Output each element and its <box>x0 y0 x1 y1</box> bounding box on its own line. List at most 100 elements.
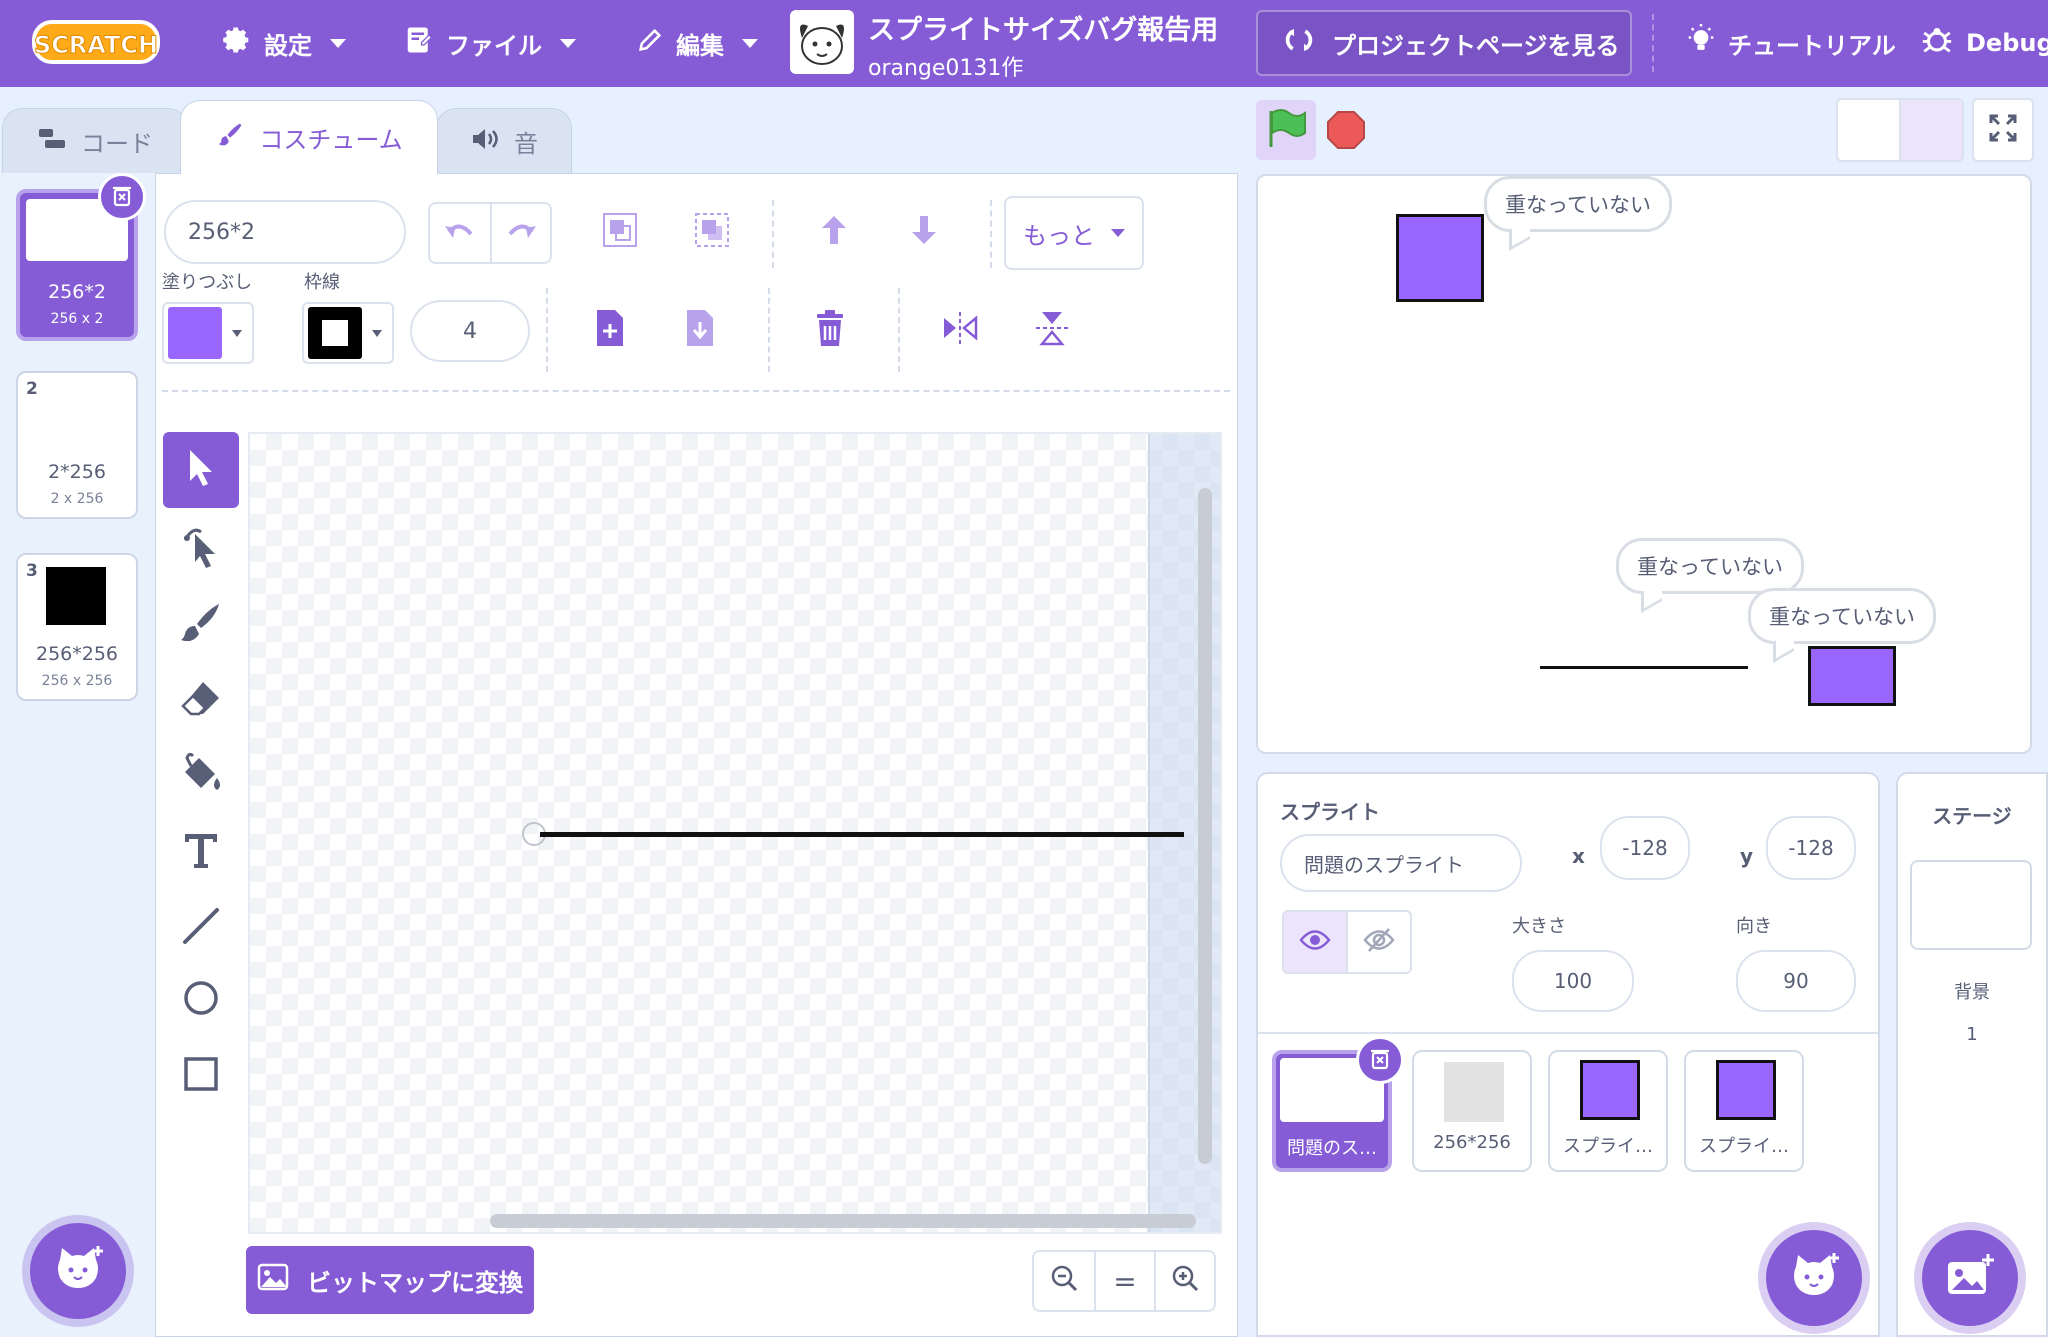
eye-icon <box>1299 929 1331 955</box>
delete-costume-button[interactable] <box>98 173 146 221</box>
hide-sprite-button[interactable] <box>1346 912 1410 972</box>
undo-button[interactable] <box>430 204 490 262</box>
sprite-tile[interactable]: 256*256 <box>1412 1050 1532 1172</box>
costume-name-input[interactable]: 256*2 <box>164 200 406 264</box>
green-flag-button[interactable] <box>1256 100 1316 160</box>
sprite-info-area: スプライト 問題のスプライト x -128 y -128 大きさ 100 向き … <box>1258 774 1878 1034</box>
paste-button[interactable] <box>672 302 728 358</box>
outline-color-picker[interactable] <box>302 302 394 364</box>
debug-label: Debug <box>1966 29 2048 57</box>
project-author[interactable]: orange0131作 <box>868 50 1023 82</box>
scratch-logo[interactable]: SCRATCH <box>32 18 160 66</box>
flip-vertical-button[interactable] <box>1024 302 1080 358</box>
project-title[interactable]: スプライトサイズバグ報告用 <box>868 8 1218 47</box>
y-input[interactable]: -128 <box>1766 816 1856 880</box>
image-plus-icon <box>1946 1254 1994 1302</box>
fullscreen-button[interactable] <box>1972 98 2034 162</box>
sprite-tile[interactable]: 問題のス… <box>1272 1036 1404 1172</box>
tab-costumes-label: コスチューム <box>259 126 403 154</box>
more-label: もっと <box>1023 221 1095 250</box>
zoom-in-button[interactable] <box>1154 1252 1214 1310</box>
sprite-tile[interactable]: スプライ… <box>1684 1050 1804 1172</box>
x-input[interactable]: -128 <box>1600 816 1690 880</box>
backward-button[interactable] <box>896 204 952 260</box>
tab-costumes[interactable]: コスチューム <box>180 100 438 174</box>
forward-button[interactable] <box>806 204 862 260</box>
show-sprite-button[interactable] <box>1284 912 1346 972</box>
direction-input[interactable]: 90 <box>1736 950 1856 1012</box>
eraser-tool[interactable] <box>163 662 239 738</box>
group-button[interactable] <box>592 204 648 260</box>
fill-tool[interactable] <box>163 738 239 814</box>
costume-name: 2*256 <box>48 461 106 483</box>
zoom-reset-button[interactable]: = <box>1094 1252 1154 1310</box>
outline-width-input[interactable]: 4 <box>410 300 530 362</box>
debug-button[interactable]: Debug <box>1920 20 2048 66</box>
toolbar-separator <box>162 390 1230 392</box>
edit-menu[interactable]: 編集 <box>636 20 758 66</box>
circle-tool[interactable] <box>163 962 239 1038</box>
cat-plus-icon <box>1788 1253 1840 1303</box>
tutorials-button[interactable]: チュートリアル <box>1686 20 1896 66</box>
settings-menu[interactable]: 設定 <box>222 20 346 66</box>
stage-selector[interactable]: ステージ 背景 1 <box>1896 772 2048 1337</box>
brush-tool[interactable] <box>163 586 239 662</box>
text-tool[interactable] <box>163 814 239 890</box>
fill-swatch <box>168 307 222 359</box>
line-tool[interactable] <box>163 890 239 966</box>
convert-label: ビットマップに変換 <box>307 1268 523 1297</box>
image-icon <box>257 1263 289 1297</box>
chevron-down-icon <box>560 38 576 48</box>
arrow-down-icon <box>904 210 944 254</box>
project-thumbnail[interactable] <box>790 10 854 74</box>
copy-icon <box>593 308 627 352</box>
ungroup-button[interactable] <box>684 204 740 260</box>
redo-button[interactable] <box>490 204 550 262</box>
size-input[interactable]: 100 <box>1512 950 1634 1012</box>
vertical-scrollbar[interactable] <box>1198 488 1212 1164</box>
stop-sign-icon <box>1326 111 1366 154</box>
reshape-tool[interactable] <box>163 510 239 586</box>
flip-vertical-icon <box>1032 308 1072 352</box>
flip-horizontal-button[interactable] <box>932 302 988 358</box>
sprite-line[interactable] <box>1540 666 1748 669</box>
choose-backdrop-button[interactable] <box>1922 1230 2018 1326</box>
horizontal-scrollbar[interactable] <box>490 1214 1196 1228</box>
costume-item-2[interactable]: 2 2*256 2 x 256 <box>16 371 138 519</box>
normal-stage-button[interactable] <box>1899 100 1962 160</box>
rectangle-tool[interactable] <box>163 1038 239 1114</box>
chevron-down-icon <box>742 38 758 48</box>
delete-sprite-button[interactable] <box>1356 1036 1404 1084</box>
stage-thumbnail[interactable] <box>1910 860 2032 950</box>
speech-bubble: 重なっていない <box>1616 538 1804 594</box>
tab-sounds[interactable]: 音 <box>436 108 572 174</box>
sprite-tile[interactable]: スプライ… <box>1548 1050 1668 1172</box>
tab-code[interactable]: コード <box>2 108 188 174</box>
convert-to-bitmap-button[interactable]: ビットマップに変換 <box>246 1246 534 1314</box>
ungroup-icon <box>692 210 732 254</box>
see-project-label: プロジェクトページを見る <box>1332 31 1620 60</box>
zoom-out-button[interactable] <box>1034 1252 1094 1310</box>
delete-button[interactable] <box>802 302 858 358</box>
file-menu[interactable]: ファイル <box>404 20 576 66</box>
fill-color-picker[interactable] <box>162 302 254 364</box>
costume-line-shape[interactable] <box>540 832 1184 837</box>
circle-icon <box>181 978 221 1022</box>
stage-size-toggle <box>1836 98 1964 162</box>
stop-button[interactable] <box>1326 110 1366 150</box>
costume-item-3[interactable]: 3 256*256 256 x 256 <box>16 553 138 701</box>
choose-costume-button[interactable] <box>30 1223 126 1319</box>
stage[interactable]: 重なっていない 重なっていない 重なっていない <box>1256 174 2032 754</box>
sprite-square[interactable] <box>1808 646 1896 706</box>
copy-button[interactable] <box>582 302 638 358</box>
small-stage-button[interactable] <box>1838 100 1899 160</box>
see-project-page-button[interactable]: プロジェクトページを見る <box>1256 10 1632 76</box>
sprite-name-input[interactable]: 問題のスプライト <box>1280 834 1522 892</box>
chevron-down-icon <box>1111 229 1125 237</box>
more-dropdown[interactable]: もっと <box>1004 196 1144 270</box>
costume-item-1[interactable]: 1 256*2 256 x 2 <box>16 173 146 341</box>
choose-sprite-button[interactable] <box>1766 1230 1862 1326</box>
sprite-square[interactable] <box>1396 214 1484 302</box>
select-tool[interactable] <box>163 432 239 508</box>
paint-canvas[interactable] <box>248 432 1222 1234</box>
